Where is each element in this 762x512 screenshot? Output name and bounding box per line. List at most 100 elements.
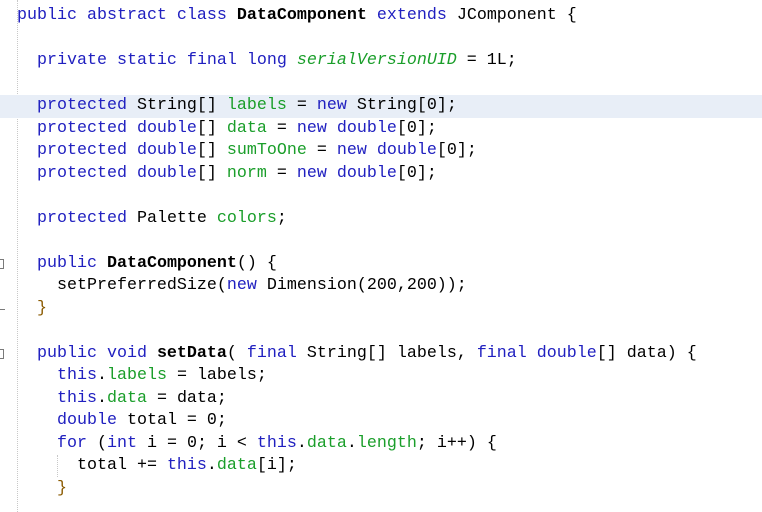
token-plain: .: [96, 366, 107, 385]
token-plain: .: [346, 433, 357, 453]
code-line[interactable]: }: [0, 478, 762, 501]
code-editor[interactable]: public abstract class DataComponent exte…: [0, 0, 762, 512]
token-kw: public: [17, 253, 107, 273]
code-line[interactable]: protected Palette colors;: [0, 208, 762, 231]
line-text: for (int i = 0; i < this.data.length; i+…: [17, 433, 497, 456]
token-kw: protected: [17, 208, 137, 228]
code-line-current[interactable]: protected String[] labels = new String[0…: [0, 95, 762, 118]
token-plain: String[]: [136, 96, 227, 115]
token-field: colors: [216, 208, 277, 228]
token-field: data: [106, 388, 147, 408]
code-line[interactable]: private static final long serialVersionU…: [0, 50, 762, 73]
line-text: protected double[] sumToOne = new double…: [17, 140, 477, 163]
code-line[interactable]: this.labels = labels;: [0, 365, 762, 388]
token-plain: .: [96, 388, 107, 408]
code-line[interactable]: total += this.data[i];: [0, 455, 762, 478]
line-text: this.data = data;: [17, 388, 227, 411]
token-plain: = 1L;: [456, 51, 517, 70]
code-line[interactable]: public void setData( final String[] labe…: [0, 343, 762, 366]
token-plain: i = 0; i <: [136, 433, 257, 453]
line-text: double total = 0;: [17, 410, 227, 433]
token-plain: (: [226, 343, 247, 363]
token-plain: []: [196, 163, 227, 183]
code-line[interactable]: }: [0, 298, 762, 321]
line-text: setPreferredSize(new Dimension(200,200))…: [17, 275, 467, 298]
line-text: total += this.data[i];: [17, 455, 297, 478]
token-kw: protected double: [17, 141, 197, 160]
token-plain: JComponent {: [456, 6, 577, 25]
line-text: private static final long serialVersionU…: [17, 50, 517, 73]
line-text: }: [17, 298, 47, 321]
token-plain: []: [196, 118, 227, 138]
code-line[interactable]: public abstract class DataComponent exte…: [0, 5, 762, 28]
token-plain: setPreferredSize(: [17, 276, 227, 295]
code-line[interactable]: public DataComponent() {: [0, 253, 762, 276]
token-bold: DataComponent: [236, 6, 367, 25]
code-line[interactable]: protected double[] sumToOne = new double…: [0, 140, 762, 163]
code-line[interactable]: protected double[] data = new double[0];: [0, 118, 762, 141]
fold-collapse-icon[interactable]: [0, 258, 4, 269]
token-field: data: [226, 118, 267, 138]
token-plain: = data;: [146, 388, 227, 408]
token-kw: new double: [296, 118, 397, 138]
code-line[interactable]: setPreferredSize(new Dimension(200,200))…: [0, 275, 762, 298]
line-text: public DataComponent() {: [17, 253, 277, 276]
token-brace-brown: }: [17, 478, 67, 498]
token-static-field: serialVersionUID: [296, 51, 457, 70]
token-kw: public abstract class: [17, 6, 237, 25]
token-plain: String[0];: [356, 96, 457, 115]
code-line[interactable]: for (int i = 0; i < this.data.length; i+…: [0, 433, 762, 456]
line-text: protected double[] data = new double[0];: [17, 118, 437, 141]
token-plain: []: [196, 141, 227, 160]
token-plain: .: [296, 433, 307, 453]
token-kw: new double: [336, 141, 437, 160]
token-plain: () {: [236, 253, 277, 273]
fold-collapse-icon[interactable]: [0, 348, 4, 359]
code-line[interactable]: [0, 28, 762, 51]
code-line[interactable]: [0, 73, 762, 96]
token-kw: this: [166, 456, 207, 475]
line-text: protected double[] norm = new double[0];: [17, 163, 437, 186]
token-kw: extends: [366, 6, 457, 25]
code-line[interactable]: [0, 230, 762, 253]
token-plain: [0];: [396, 118, 437, 138]
code-line[interactable]: this.data = data;: [0, 388, 762, 411]
token-plain: =: [266, 163, 297, 183]
token-field: data: [216, 456, 257, 475]
code-line[interactable]: [0, 185, 762, 208]
token-field: length: [356, 433, 417, 453]
token-plain: [0];: [436, 141, 477, 160]
token-kw: this: [17, 366, 97, 385]
line-text: public abstract class DataComponent exte…: [17, 5, 577, 28]
code-line[interactable]: [0, 320, 762, 343]
token-kw: protected double: [17, 163, 197, 183]
token-plain: (: [96, 433, 107, 453]
token-plain: Palette: [136, 208, 217, 228]
token-kw: this: [256, 433, 297, 453]
token-kw: new: [226, 276, 267, 295]
token-field: labels: [106, 366, 167, 385]
code-line[interactable]: protected double[] norm = new double[0];: [0, 163, 762, 186]
line-text: protected String[] labels = new String[0…: [17, 95, 457, 118]
token-kw: for: [17, 433, 97, 453]
token-kw: final double: [476, 343, 597, 363]
token-kw: new: [316, 96, 357, 115]
token-kw: public void: [17, 343, 157, 363]
token-plain: total = 0;: [116, 411, 227, 430]
token-plain: = labels;: [166, 366, 267, 385]
token-plain: [i];: [256, 456, 297, 475]
token-plain: total +=: [17, 456, 167, 475]
indent-guide: [57, 455, 58, 477]
token-kw: final: [246, 343, 307, 363]
token-kw: double: [17, 411, 117, 430]
line-text: public void setData( final String[] labe…: [17, 343, 697, 366]
token-plain: Dimension(200,200));: [266, 276, 467, 295]
token-plain: [] data) {: [596, 343, 697, 363]
token-plain: =: [306, 141, 337, 160]
token-kw: this: [17, 388, 97, 408]
code-line[interactable]: double total = 0;: [0, 410, 762, 433]
token-field: data: [306, 433, 347, 453]
token-brace-brown: }: [17, 298, 47, 318]
token-plain: [0];: [396, 163, 437, 183]
token-plain: .: [206, 456, 217, 475]
